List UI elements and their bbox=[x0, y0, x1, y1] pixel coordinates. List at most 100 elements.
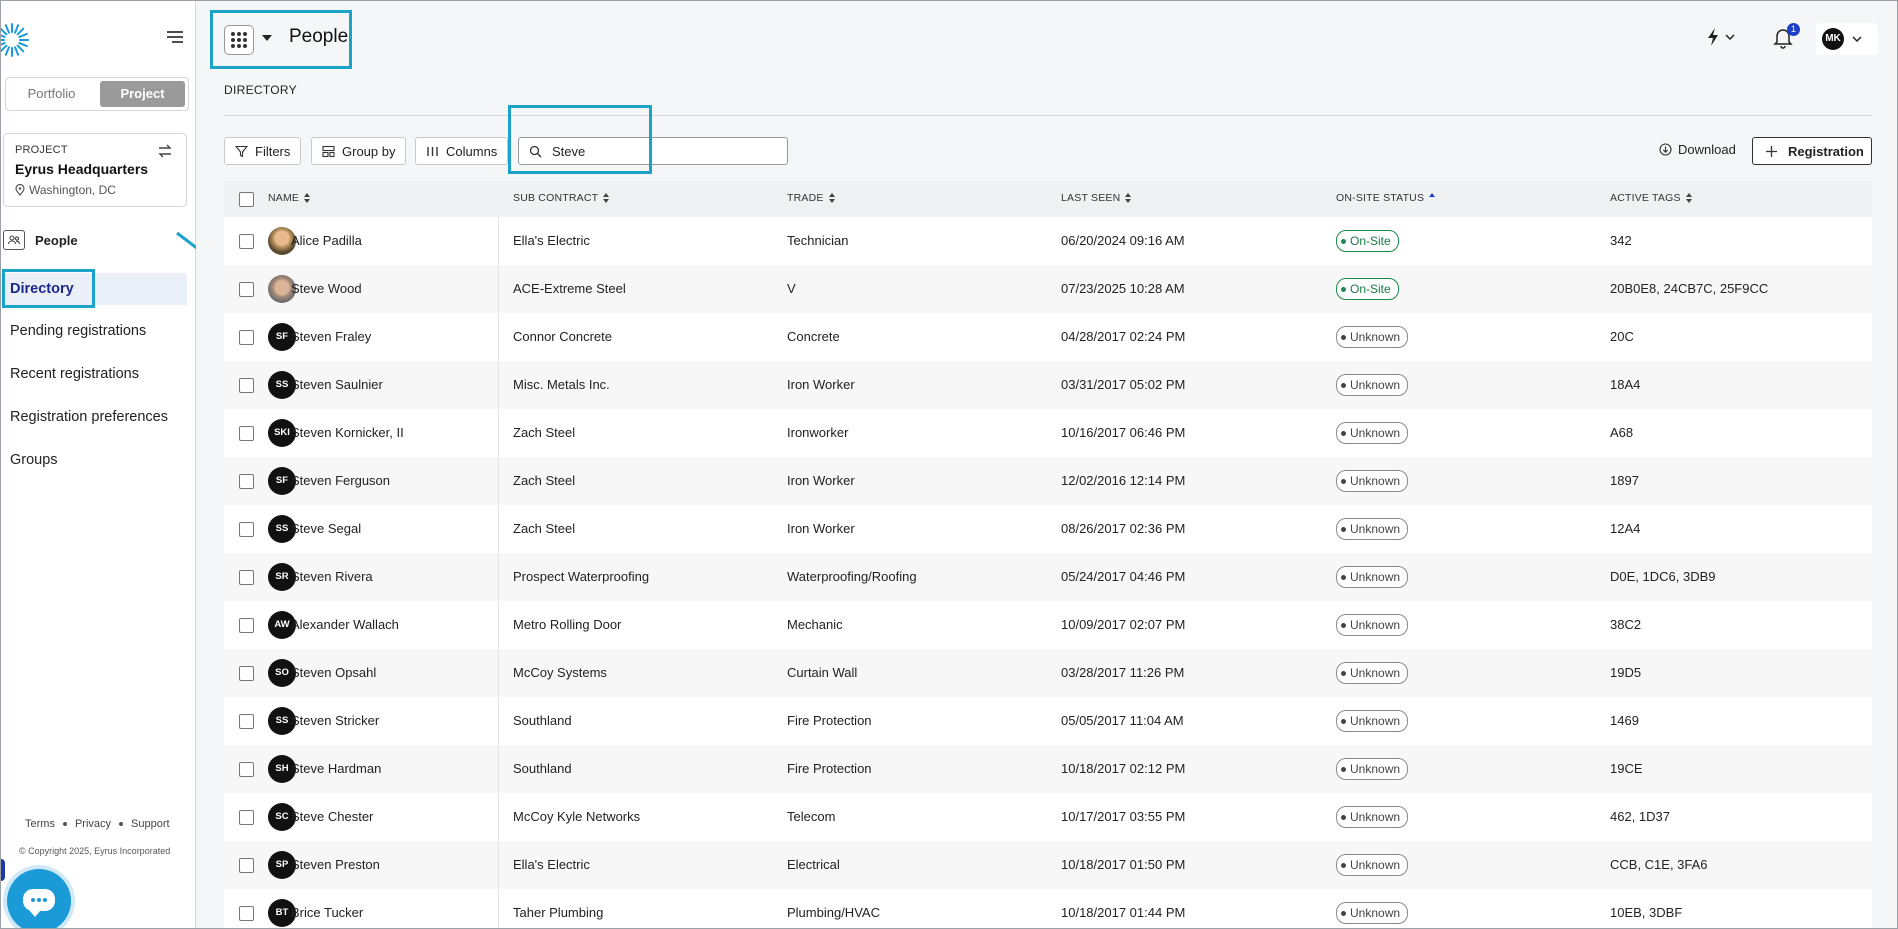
table-row[interactable]: SS Steven Saulnier Misc. Metals Inc. Iron W… bbox=[224, 361, 1872, 410]
row-checkbox[interactable] bbox=[239, 810, 254, 825]
search-field[interactable] bbox=[518, 137, 788, 165]
row-checkbox[interactable] bbox=[239, 234, 254, 249]
table-row[interactable]: SF Steven Ferguson Zach Steel Iron Worker 12… bbox=[224, 457, 1872, 506]
person-name[interactable]: Steven Stricker bbox=[291, 697, 379, 744]
status-dot-icon bbox=[1341, 238, 1346, 244]
select-all-checkbox[interactable] bbox=[239, 192, 254, 207]
table-row[interactable]: SF Steven Fraley Connor Concrete Concrete 04… bbox=[224, 313, 1872, 362]
download-icon bbox=[1659, 143, 1672, 156]
portfolio-toggle[interactable]: Portfolio bbox=[9, 81, 94, 107]
row-checkbox[interactable] bbox=[239, 378, 254, 393]
column-header-last-seen[interactable]: LAST SEEN bbox=[1061, 192, 1132, 204]
row-checkbox[interactable] bbox=[239, 714, 254, 729]
project-toggle[interactable]: Project bbox=[100, 81, 185, 107]
row-checkbox[interactable] bbox=[239, 330, 254, 345]
person-name[interactable]: Alice Padilla bbox=[291, 217, 362, 264]
notifications-button[interactable]: 1 bbox=[1773, 23, 1800, 51]
group-by-button[interactable]: Group by bbox=[311, 137, 407, 165]
person-name[interactable]: Steven Rivera bbox=[291, 553, 373, 600]
user-menu-button[interactable]: MK bbox=[1816, 23, 1878, 55]
chevron-down-icon[interactable] bbox=[262, 35, 272, 41]
location-pin-icon bbox=[15, 184, 25, 196]
row-checkbox[interactable] bbox=[239, 570, 254, 585]
switch-project-icon[interactable] bbox=[156, 142, 174, 160]
status-badge: Unknown bbox=[1336, 422, 1409, 444]
filters-button[interactable]: Filters bbox=[224, 137, 302, 165]
columns-label: Columns bbox=[446, 143, 498, 159]
row-checkbox[interactable] bbox=[239, 522, 254, 537]
filter-icon bbox=[235, 145, 248, 157]
table-row[interactable]: Steve Wood ACE-Extreme Steel V 07/23/2025 1… bbox=[224, 265, 1872, 314]
nav-directory[interactable]: Directory bbox=[1, 273, 187, 305]
privacy-link[interactable]: Privacy bbox=[75, 818, 111, 830]
columns-button[interactable]: Columns bbox=[415, 137, 509, 165]
sub-contract-cell: Zach Steel bbox=[513, 521, 576, 536]
column-header-name[interactable]: NAME bbox=[268, 192, 311, 204]
person-name[interactable]: Steve Segal bbox=[291, 505, 361, 552]
row-checkbox[interactable] bbox=[239, 474, 254, 489]
download-button[interactable]: Download bbox=[1659, 142, 1736, 157]
row-checkbox[interactable] bbox=[239, 858, 254, 873]
column-header-sub-contract[interactable]: SUB CONTRACT bbox=[513, 192, 610, 204]
project-location: Washington, DC bbox=[15, 183, 116, 197]
column-header-trade[interactable]: TRADE bbox=[787, 192, 835, 204]
app-switcher-button[interactable] bbox=[224, 25, 254, 55]
row-checkbox[interactable] bbox=[239, 666, 254, 681]
chat-support-button[interactable] bbox=[7, 869, 71, 928]
person-name[interactable]: Steve Hardman bbox=[291, 745, 381, 792]
person-name[interactable]: Steven Fraley bbox=[291, 313, 371, 360]
person-name[interactable]: Alexander Wallach bbox=[291, 601, 399, 648]
column-header-active-tags[interactable]: ACTIVE TAGS bbox=[1610, 192, 1692, 204]
table-row[interactable]: SR Steven Rivera Prospect Waterproofing Wat… bbox=[224, 553, 1872, 602]
active-tags-cell: 38C2 bbox=[1610, 617, 1642, 632]
column-header-on-site-status[interactable]: ON-SITE STATUS bbox=[1336, 192, 1436, 204]
table-row[interactable]: SH Steve Hardman Southland Fire Protection 1… bbox=[224, 745, 1872, 794]
table-row[interactable]: SKI Steven Kornicker, II Zach Steel Ironwor… bbox=[224, 409, 1872, 458]
row-checkbox[interactable] bbox=[239, 762, 254, 777]
person-name[interactable]: Steven Preston bbox=[291, 841, 380, 888]
active-tags-cell: 462, 1D37 bbox=[1610, 809, 1670, 824]
table-row[interactable]: SS Steven Stricker Southland Fire Protectio… bbox=[224, 697, 1872, 746]
support-link[interactable]: Support bbox=[131, 818, 170, 830]
table-row[interactable]: SP Steven Preston Ella's Electric Electrica… bbox=[224, 841, 1872, 890]
active-tags-cell: A68 bbox=[1610, 425, 1634, 440]
sub-contract-cell: Metro Rolling Door bbox=[513, 617, 622, 632]
status-text: Unknown bbox=[1350, 378, 1401, 392]
table-row[interactable]: SS Steve Segal Zach Steel Iron Worker 08/26/… bbox=[224, 505, 1872, 554]
column-divider bbox=[498, 505, 499, 552]
nav-recent-registrations[interactable]: Recent registrations bbox=[1, 358, 187, 390]
person-name[interactable]: Brice Tucker bbox=[291, 889, 363, 928]
row-checkbox[interactable] bbox=[239, 618, 254, 633]
add-registration-button[interactable]: Registration bbox=[1752, 137, 1872, 165]
status-dot-icon bbox=[1341, 718, 1346, 724]
person-name[interactable]: Steven Opsahl bbox=[291, 649, 376, 696]
last-seen-cell: 05/24/2017 04:46 PM bbox=[1061, 569, 1186, 584]
nav-groups[interactable]: Groups bbox=[1, 444, 187, 476]
table-row[interactable]: SO Steven Opsahl McCoy Systems Curtain Wall… bbox=[224, 649, 1872, 698]
person-name[interactable]: Steven Saulnier bbox=[291, 361, 383, 408]
row-checkbox[interactable] bbox=[239, 426, 254, 441]
active-tags-cell: 19D5 bbox=[1610, 665, 1642, 680]
row-checkbox[interactable] bbox=[239, 906, 254, 921]
table-row[interactable]: BT Brice Tucker Taher Plumbing Plumbing/HVA… bbox=[224, 889, 1872, 928]
table-row[interactable]: AW Alexander Wallach Metro Rolling Door Mec… bbox=[224, 601, 1872, 650]
person-name[interactable]: Steven Ferguson bbox=[291, 457, 390, 504]
quick-actions-button[interactable] bbox=[1705, 23, 1741, 51]
row-checkbox[interactable] bbox=[239, 282, 254, 297]
column-divider bbox=[498, 553, 499, 600]
person-name[interactable]: Steven Kornicker, II bbox=[291, 409, 404, 456]
chevron-down-icon bbox=[1852, 36, 1862, 43]
terms-link[interactable]: Terms bbox=[25, 818, 55, 830]
table-row[interactable]: Alice Padilla Ella's Electric Technician 06… bbox=[224, 217, 1872, 266]
hamburger-menu-icon[interactable] bbox=[165, 27, 185, 47]
search-input[interactable] bbox=[550, 142, 774, 160]
nav-pending-registrations[interactable]: Pending registrations bbox=[1, 315, 187, 347]
table-row[interactable]: SC Steve Chester McCoy Kyle Networks Teleco… bbox=[224, 793, 1872, 842]
nav-registration-preferences[interactable]: Registration preferences bbox=[1, 401, 187, 433]
trade-cell: Fire Protection bbox=[787, 761, 872, 776]
person-name[interactable]: Steve Wood bbox=[291, 265, 362, 312]
sub-contract-cell: Ella's Electric bbox=[513, 233, 590, 248]
person-name[interactable]: Steve Chester bbox=[291, 793, 373, 840]
side-tab-handle[interactable] bbox=[1, 859, 5, 881]
last-seen-cell: 10/17/2017 03:55 PM bbox=[1061, 809, 1186, 824]
